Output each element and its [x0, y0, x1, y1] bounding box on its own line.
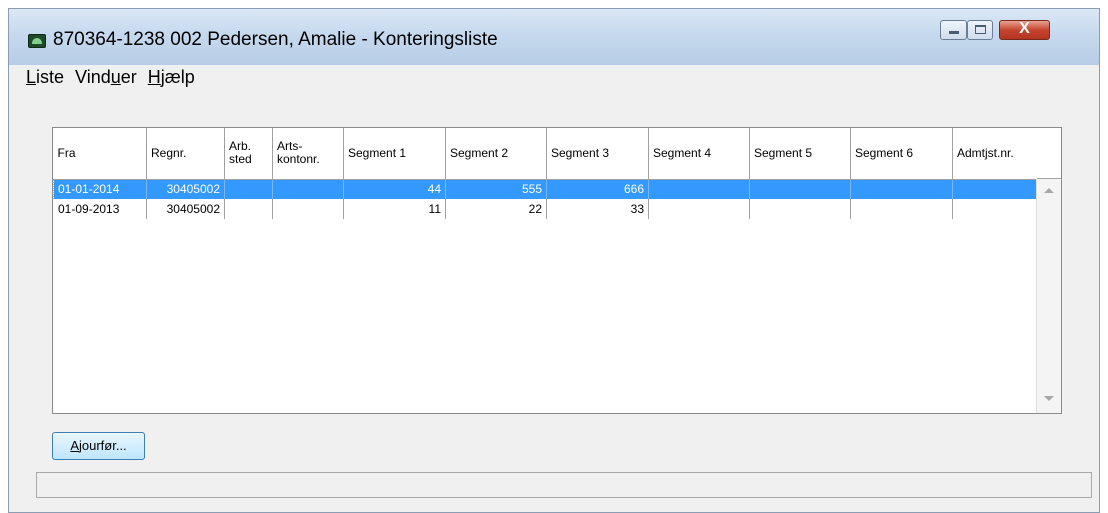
menu-vinduer-label: er — [120, 67, 137, 87]
cell-segment-2[interactable]: 555 — [445, 179, 547, 199]
header-row: Fra Regnr. Arb. sted Arts- kontonr. Segm… — [53, 128, 1040, 180]
ajourfor-mnemonic: A — [70, 438, 79, 453]
status-bar — [36, 472, 1092, 498]
cell-segment-1[interactable]: 44 — [343, 179, 446, 199]
col-header-label: Arb. sted — [229, 139, 252, 167]
minimize-button[interactable] — [940, 20, 967, 40]
cell-segment-5[interactable] — [749, 179, 851, 199]
app-icon — [28, 34, 46, 48]
konteringsliste-table: Fra Regnr. Arb. sted Arts- kontonr. Segm… — [53, 128, 1040, 219]
menu-liste[interactable]: Liste — [26, 67, 64, 88]
cell-segment-4[interactable] — [648, 199, 750, 219]
col-header-label: Segment 3 — [551, 145, 610, 160]
cell-arts-kontonr[interactable] — [272, 179, 344, 199]
menu-vinduer-label-pre: Vind — [75, 67, 111, 87]
cell-segment-4[interactable] — [648, 179, 750, 199]
table-row[interactable]: 01-01-2014 30405002 44 555 666 — [53, 179, 1040, 199]
col-header-label: Segment 5 — [754, 145, 813, 160]
col-header-arts-kontonr[interactable]: Arts- kontonr. — [272, 128, 344, 180]
title-bar[interactable]: 870364-1238 002 Pedersen, Amalie - Konte… — [9, 9, 1099, 65]
close-button[interactable]: X — [999, 20, 1050, 40]
col-header-label: Fra — [57, 145, 76, 160]
menu-liste-label: iste — [36, 67, 65, 87]
cell-segment-5[interactable] — [749, 199, 851, 219]
window-title: 870364-1238 002 Pedersen, Amalie - Konte… — [53, 29, 498, 50]
col-header-label: Arts- kontonr. — [277, 139, 320, 167]
cell-segment-2[interactable]: 22 — [445, 199, 547, 219]
maximize-icon — [975, 25, 986, 34]
konteringsliste-grid[interactable]: Fra Regnr. Arb. sted Arts- kontonr. Segm… — [52, 127, 1062, 414]
col-header-label: Segment 2 — [450, 145, 509, 160]
col-header-segment-3[interactable]: Segment 3 — [546, 128, 649, 180]
cell-segment-6[interactable] — [850, 179, 953, 199]
menu-hjaelp-mnemonic: H — [147, 67, 161, 87]
col-header-segment-5[interactable]: Segment 5 — [749, 128, 851, 180]
cell-segment-6[interactable] — [850, 199, 953, 219]
cell-arb-sted[interactable] — [224, 199, 273, 219]
cell-fra[interactable]: 01-09-2013 — [53, 199, 147, 219]
menu-bar: Liste Vinduer Hjælp — [26, 67, 201, 93]
menu-vinduer-mnemonic: u — [110, 67, 121, 87]
minimize-icon — [949, 31, 959, 34]
vertical-scrollbar[interactable] — [1036, 179, 1061, 413]
table-row[interactable]: 01-09-2013 30405002 11 22 33 — [53, 199, 1040, 219]
cell-segment-1[interactable]: 11 — [343, 199, 446, 219]
col-header-segment-4[interactable]: Segment 4 — [648, 128, 750, 180]
cell-fra[interactable]: 01-01-2014 — [53, 179, 147, 199]
col-header-label: Segment 1 — [348, 145, 407, 160]
cell-arts-kontonr[interactable] — [272, 199, 344, 219]
col-header-label: Segment 4 — [653, 145, 712, 160]
col-header-admtjst-nr[interactable]: Admtjst.nr. — [952, 128, 1040, 180]
menu-liste-mnemonic: L — [26, 67, 37, 87]
scroll-down-arrow-icon[interactable] — [1044, 396, 1054, 401]
col-header-segment-1[interactable]: Segment 1 — [343, 128, 446, 180]
col-header-arb-sted[interactable]: Arb. sted — [224, 128, 273, 180]
ajourfor-label: jourfør... — [78, 438, 127, 453]
col-header-segment-2[interactable]: Segment 2 — [445, 128, 547, 180]
cell-regnr[interactable]: 30405002 — [146, 179, 225, 199]
col-header-label: Admtjst.nr. — [957, 145, 1014, 160]
header-filler — [1037, 128, 1061, 179]
cell-admtjst-nr[interactable] — [952, 199, 1040, 219]
cell-segment-3[interactable]: 666 — [546, 179, 649, 199]
col-header-fra[interactable]: Fra — [53, 128, 147, 180]
maximize-button[interactable] — [967, 20, 993, 40]
menu-hjaelp-label: jælp — [160, 67, 195, 87]
col-header-label: Segment 6 — [855, 145, 914, 160]
col-header-segment-6[interactable]: Segment 6 — [850, 128, 953, 180]
col-header-label: Regnr. — [151, 145, 187, 160]
main-window: 870364-1238 002 Pedersen, Amalie - Konte… — [8, 8, 1100, 513]
cell-admtjst-nr[interactable] — [952, 179, 1040, 199]
menu-hjaelp[interactable]: Hjælp — [148, 67, 195, 88]
cell-arb-sted[interactable] — [224, 179, 273, 199]
close-icon: X — [1019, 20, 1030, 37]
menu-vinduer[interactable]: Vinduer — [75, 67, 137, 88]
cell-regnr[interactable]: 30405002 — [146, 199, 225, 219]
scroll-up-arrow-icon[interactable] — [1044, 188, 1054, 193]
cell-segment-3[interactable]: 33 — [546, 199, 649, 219]
col-header-regnr[interactable]: Regnr. — [146, 128, 225, 180]
ajourfor-button[interactable]: Ajourfør... — [52, 432, 145, 460]
